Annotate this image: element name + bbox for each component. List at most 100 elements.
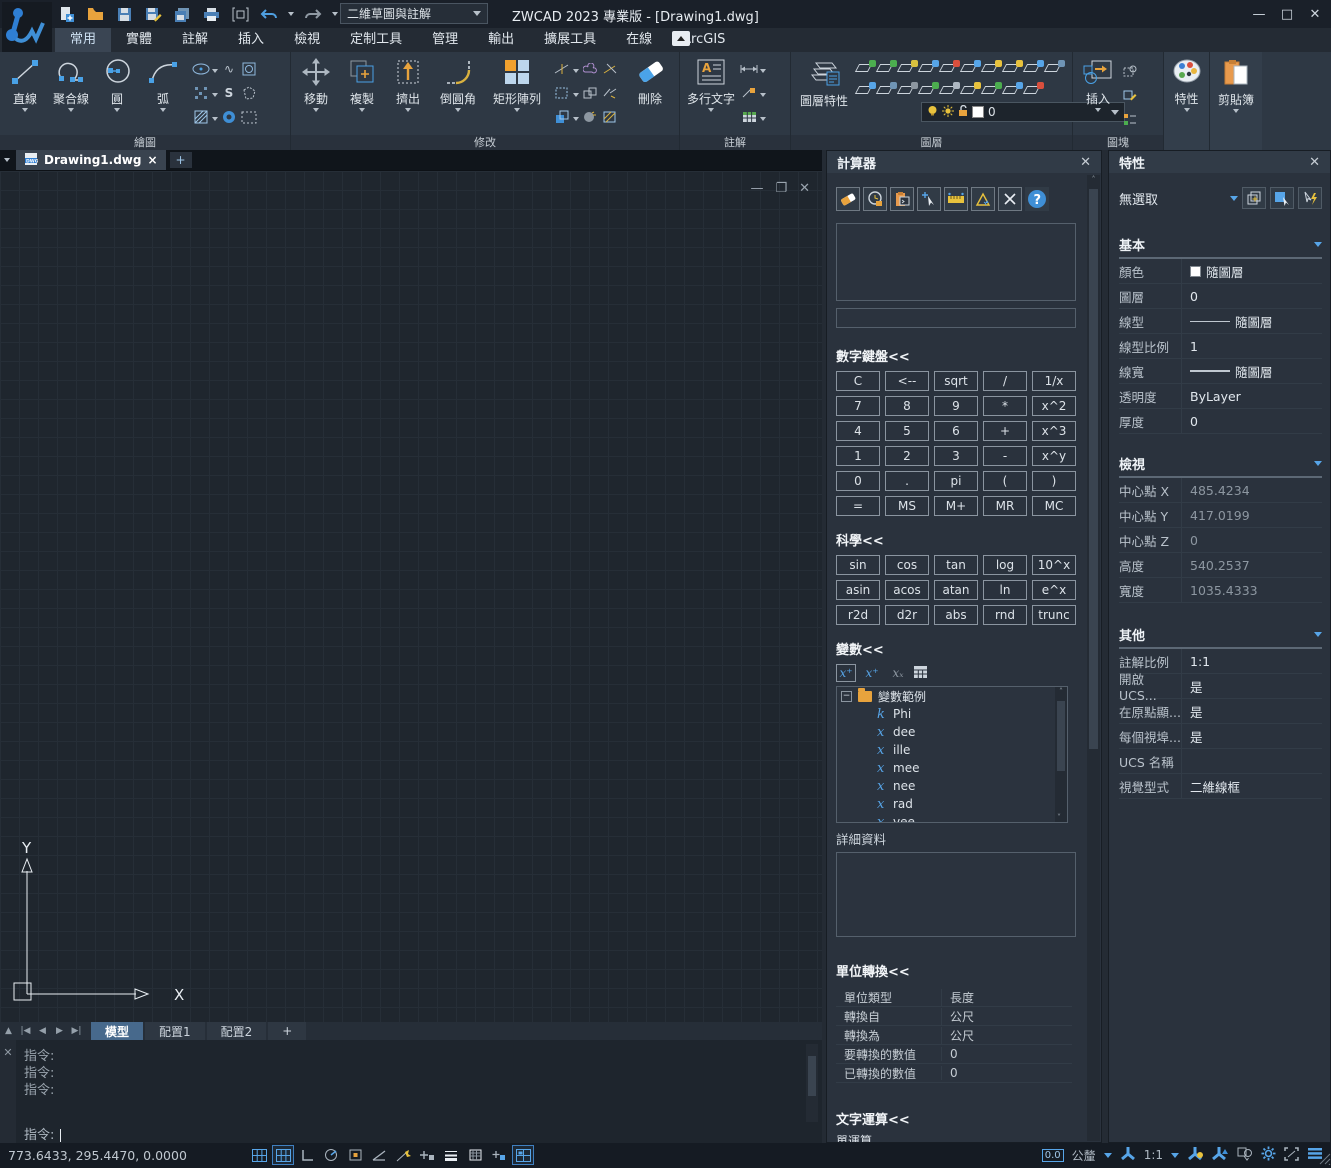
calc-key[interactable]: . [885,471,929,491]
units-row[interactable]: 轉換自公尺 [836,1007,1072,1026]
ellipse-icon[interactable] [192,60,210,78]
calculator-return-icon[interactable] [914,666,927,681]
unit-label[interactable]: 公釐 [1072,1147,1096,1164]
dimension-icon[interactable] [740,60,758,78]
point-icon[interactable] [192,84,210,102]
calc-key[interactable]: MS [885,496,929,516]
annotation-scale-dropdown-icon[interactable] [1171,1153,1179,1158]
command-close-icon[interactable]: ✕ [3,1046,12,1059]
properties-palette-button[interactable]: 特性 [1166,54,1207,134]
first-layout-icon[interactable]: |◀ [17,1022,34,1040]
resize-grip[interactable] [1315,1149,1331,1168]
sci-key[interactable]: sin [836,555,880,575]
create-block-icon[interactable] [1121,62,1139,80]
annotation-scale-value[interactable]: 1:1 [1144,1148,1163,1162]
wipeout-icon[interactable] [240,84,258,102]
hatch-icon[interactable] [192,108,210,126]
mtext-button[interactable]: A 多行文字 [682,54,740,134]
block-attributes-icon[interactable] [1121,110,1139,128]
trim-icon[interactable] [553,60,571,78]
lineweight-icon[interactable] [440,1145,462,1165]
layer-check-icon[interactable] [918,82,939,98]
maximize-button[interactable]: □ [1275,3,1299,25]
sci-key[interactable]: cos [885,555,929,575]
units-row[interactable]: 單位類型長度 [836,988,1072,1007]
section-other[interactable]: 其他 [1119,625,1322,649]
layer-lock-icon[interactable] [939,60,960,76]
property-row[interactable]: 線型隨圖層 [1119,309,1322,334]
trim-dropdown-icon[interactable] [573,69,579,73]
copy-button[interactable]: 複製 [339,54,385,134]
sci-key[interactable]: abs [934,605,978,625]
layer-properties-button[interactable]: 圖層特性 [793,54,855,134]
calc-key[interactable]: ( [983,471,1027,491]
sci-key[interactable]: log [983,555,1027,575]
layer-restore-icon[interactable] [981,82,1002,98]
close-button[interactable]: ✕ [1303,3,1327,25]
variable-row[interactable]: xmee [837,759,1067,777]
layer-walk-icon[interactable] [876,82,897,98]
annotation-visibility-icon[interactable] [1187,1146,1204,1164]
section-view[interactable]: 檢視 [1119,454,1322,478]
calc-key[interactable]: 5 [885,421,929,441]
layer-on-icon[interactable] [876,60,897,76]
edit-block-icon[interactable] [1121,86,1139,104]
sci-key[interactable]: d2r [885,605,929,625]
undo-icon[interactable] [259,4,279,24]
property-row[interactable]: 視覺型式二維線框 [1119,774,1322,799]
doc-tab-list-icon[interactable] [4,158,10,162]
property-row[interactable]: 中心點 X485.4234 [1119,478,1322,503]
calc-key[interactable]: 2 [885,446,929,466]
new-variable-icon[interactable]: x⁺ [836,664,856,682]
units-row[interactable]: 要轉換的數值0 [836,1045,1072,1064]
intersection-icon[interactable] [998,187,1022,211]
property-row[interactable]: 顏色隨圖層 [1119,259,1322,284]
quick-select-icon[interactable] [1242,187,1266,209]
toggle-pickadd-icon[interactable] [1298,187,1322,209]
property-row[interactable]: 中心點 Y417.0199 [1119,503,1322,528]
property-row[interactable]: 線型比例1 [1119,334,1322,359]
tab-home[interactable]: 常用 [55,28,111,52]
auto-annotation-icon[interactable] [1212,1146,1229,1164]
point-dropdown-icon[interactable] [212,93,218,97]
move-button[interactable]: 移動 [293,54,339,134]
scientific-header[interactable]: 科學<< [836,530,1079,549]
property-row[interactable]: 高度540.2537 [1119,553,1322,578]
calc-key[interactable]: 4 [836,421,880,441]
prev-layout-icon[interactable]: ◀ [34,1022,51,1040]
ortho-icon[interactable] [296,1145,318,1165]
section-basic[interactable]: 基本 [1119,235,1322,259]
calculator-scrollbar[interactable]: ˄ [1087,175,1100,1141]
donut-icon[interactable] [220,108,238,126]
tab-online[interactable]: 在線 [611,28,667,52]
layer-bulb-icon[interactable] [981,60,1002,76]
property-row[interactable]: 透明度ByLayer [1119,384,1322,409]
tab-layout2[interactable]: 配置2 [207,1022,267,1040]
sci-key[interactable]: trunc [1032,605,1076,625]
polar-tracking-icon[interactable] [320,1145,342,1165]
angle-snap-icon[interactable] [368,1145,390,1165]
calc-key[interactable]: 6 [934,421,978,441]
calc-key[interactable]: / [983,371,1027,391]
calc-key[interactable]: 7 [836,396,880,416]
region-icon[interactable] [240,60,258,78]
sci-key[interactable]: r2d [836,605,880,625]
sci-key[interactable]: atan [934,580,978,600]
rotate-icon[interactable] [553,108,571,126]
selection-cycling-icon[interactable] [1237,1147,1253,1164]
print-preview-icon[interactable] [230,4,250,24]
calc-key[interactable]: * [983,396,1027,416]
property-row[interactable]: 每個視埠...是 [1119,724,1322,749]
calculator-input-field[interactable] [836,308,1076,328]
calc-key[interactable]: x^3 [1032,421,1076,441]
viewport-icon[interactable] [512,1145,534,1165]
pick-point-icon[interactable] [917,187,941,211]
variables-tree[interactable]: − 變數範例 kPhi xdee xille xmee xnee xrad xv… [836,686,1068,823]
save-all-icon[interactable] [172,4,192,24]
layer-match-icon[interactable] [1044,60,1065,76]
layer-merge-icon[interactable] [939,82,960,98]
dynamic-input-icon[interactable] [416,1145,438,1165]
clipboard-button[interactable]: 剪貼簿 [1212,54,1260,134]
tab-insert[interactable]: 插入 [223,28,279,52]
variable-row[interactable]: xvee [837,813,1067,823]
